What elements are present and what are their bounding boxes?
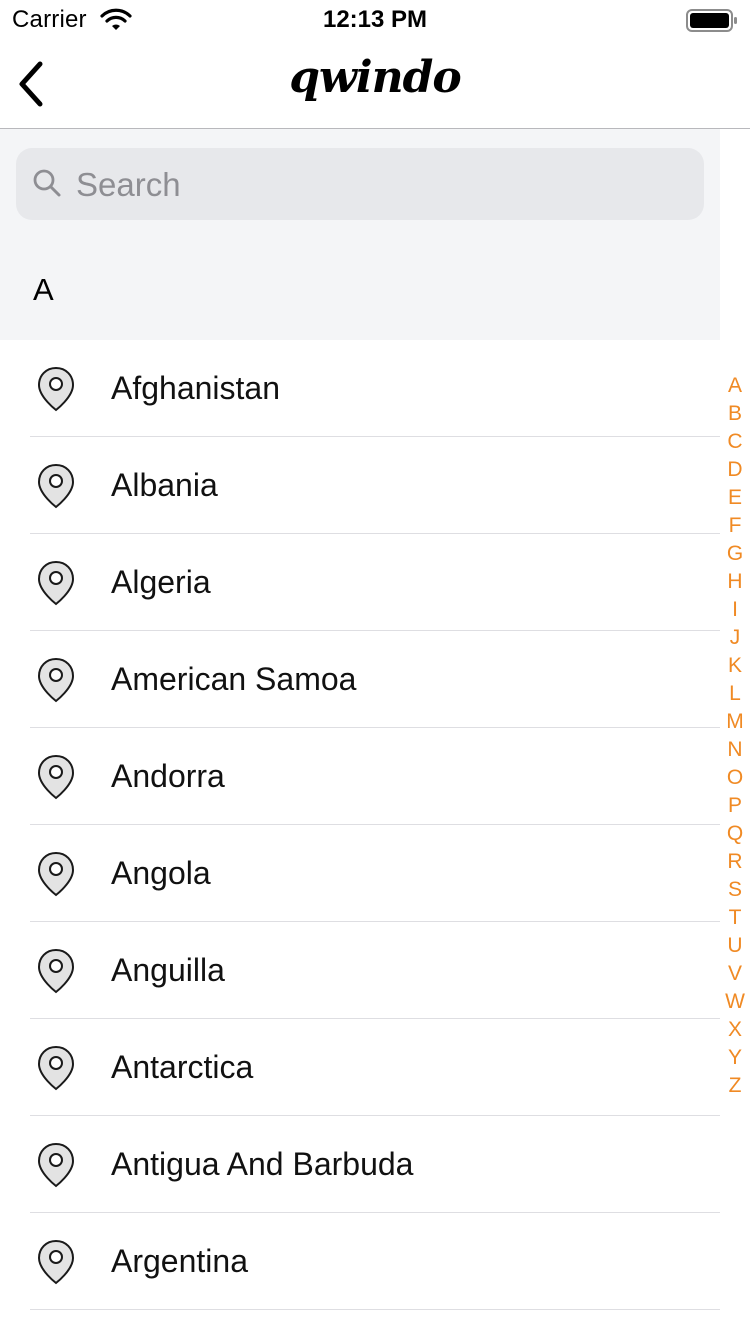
index-letter-g[interactable]: G <box>720 540 750 568</box>
country-name: Argentina <box>111 1243 248 1279</box>
location-pin-icon <box>36 1045 76 1096</box>
index-letter-e[interactable]: E <box>720 484 750 512</box>
index-letter-f[interactable]: F <box>720 512 750 540</box>
country-row[interactable]: Andorra <box>30 728 720 825</box>
battery-icon <box>686 9 738 38</box>
country-name: Afghanistan <box>111 370 281 406</box>
location-pin-icon <box>36 948 76 999</box>
index-letter-i[interactable]: I <box>720 596 750 624</box>
country-row[interactable]: Anguilla <box>30 922 720 1019</box>
location-pin-icon <box>36 657 76 708</box>
index-letter-o[interactable]: O <box>720 764 750 792</box>
index-letter-p[interactable]: P <box>720 792 750 820</box>
index-letter-k[interactable]: K <box>720 652 750 680</box>
index-letter-v[interactable]: V <box>720 960 750 988</box>
country-row[interactable]: Albania <box>30 437 720 534</box>
search-icon <box>32 168 62 203</box>
location-pin-icon <box>36 754 76 805</box>
country-row[interactable]: Antigua And Barbuda <box>30 1116 720 1213</box>
location-pin-icon <box>36 1239 76 1290</box>
index-letter-n[interactable]: N <box>720 736 750 764</box>
status-time: 12:13 PM <box>322 6 428 33</box>
country-row[interactable]: Afghanistan <box>30 340 720 437</box>
search-bar[interactable] <box>16 148 704 220</box>
location-pin-icon <box>36 463 76 514</box>
country-name: Angola <box>111 855 211 891</box>
location-pin-icon <box>36 1142 76 1193</box>
status-bar: Carrier 12:13 PM <box>0 0 750 40</box>
index-letter-w[interactable]: W <box>720 988 750 1016</box>
index-letter-t[interactable]: T <box>720 904 750 932</box>
index-letter-b[interactable]: B <box>720 400 750 428</box>
section-header-letter: A <box>33 272 54 307</box>
alphabet-index[interactable]: ABCDEFGHIJKLMNOPQRSTUVWXYZ <box>720 372 750 1100</box>
country-name: Andorra <box>111 758 225 794</box>
search-header: A <box>0 129 720 340</box>
index-letter-j[interactable]: J <box>720 624 750 652</box>
index-letter-m[interactable]: M <box>720 708 750 736</box>
country-list: Afghanistan Albania Algeria American Samoa A… <box>0 340 720 1310</box>
country-name: Anguilla <box>111 952 225 988</box>
country-row[interactable]: Angola <box>30 825 720 922</box>
country-name: Albania <box>111 467 218 503</box>
location-pin-icon <box>36 560 76 611</box>
index-letter-l[interactable]: L <box>720 680 750 708</box>
index-letter-y[interactable]: Y <box>720 1044 750 1072</box>
index-letter-h[interactable]: H <box>720 568 750 596</box>
country-name: Antarctica <box>111 1049 254 1085</box>
app-logo: qwindo <box>289 52 461 103</box>
index-letter-d[interactable]: D <box>720 456 750 484</box>
index-letter-r[interactable]: R <box>720 848 750 876</box>
location-pin-icon <box>36 851 76 902</box>
country-row[interactable]: Antarctica <box>30 1019 720 1116</box>
location-pin-icon <box>36 366 76 417</box>
country-name: Algeria <box>111 564 211 600</box>
country-row[interactable]: Argentina <box>30 1213 720 1310</box>
country-row[interactable]: Algeria <box>30 534 720 631</box>
index-letter-z[interactable]: Z <box>720 1072 750 1100</box>
country-name: American Samoa <box>111 661 357 697</box>
index-letter-u[interactable]: U <box>720 932 750 960</box>
navigation-bar: qwindo <box>0 40 750 129</box>
index-letter-a[interactable]: A <box>720 372 750 400</box>
index-letter-x[interactable]: X <box>720 1016 750 1044</box>
index-letter-c[interactable]: C <box>720 428 750 456</box>
index-letter-s[interactable]: S <box>720 876 750 904</box>
country-name: Antigua And Barbuda <box>111 1146 414 1182</box>
index-letter-q[interactable]: Q <box>720 820 750 848</box>
country-row[interactable]: American Samoa <box>30 631 720 728</box>
search-input[interactable] <box>74 160 678 210</box>
